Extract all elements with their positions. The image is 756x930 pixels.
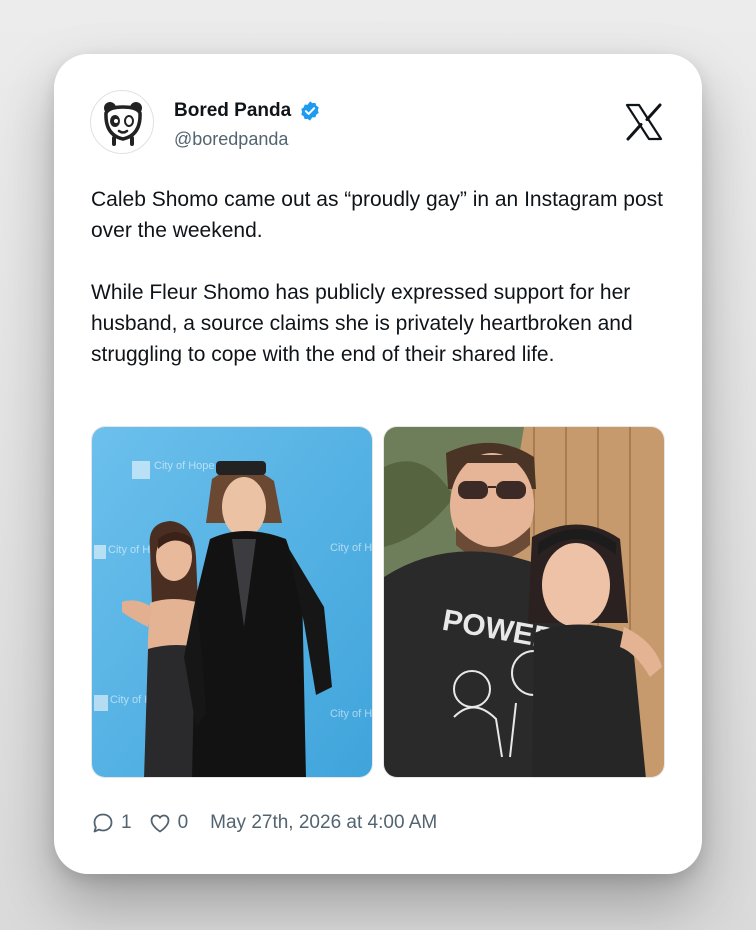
reply-stat[interactable]: 1 (91, 811, 132, 835)
like-stat[interactable]: 0 (148, 811, 189, 835)
verified-badge-icon (301, 101, 319, 121)
selfie-photo[interactable]: POWER (383, 426, 665, 778)
reply-icon (93, 813, 113, 833)
tweet-card: Bored Panda @boredpanda Caleb Shomo came… (54, 54, 702, 874)
author-name-row: Bored Panda (174, 100, 321, 122)
heart-icon (150, 814, 169, 833)
tweet-body: Caleb Shomo came out as “proudly gay” in… (91, 184, 671, 370)
tweet-paragraph: Caleb Shomo came out as “proudly gay” in… (91, 188, 663, 242)
tweet-paragraph: While Fleur Shomo has publicly expressed… (91, 281, 633, 366)
backdrop-logo-text: City of Hope (330, 542, 373, 554)
tweet-timestamp[interactable]: May 27th, 2026 at 4:00 AM (210, 812, 437, 834)
like-count: 0 (177, 812, 189, 833)
author-avatar[interactable] (90, 90, 154, 154)
backdrop-logo-text: City of Hope (154, 460, 215, 472)
author-display-name[interactable]: Bored Panda (174, 100, 291, 122)
panda-logo-icon (104, 102, 142, 146)
red-carpet-photo[interactable]: City of Hope City of Hope City of Hope C… (91, 426, 373, 778)
tweet-footer: 1 0 May 27th, 2026 at 4:00 AM (91, 808, 437, 838)
backdrop-logo-text: City of Hope (330, 708, 373, 720)
author-handle[interactable]: @boredpanda (174, 129, 288, 150)
x-logo-icon[interactable] (624, 102, 664, 142)
reply-count: 1 (121, 812, 132, 833)
